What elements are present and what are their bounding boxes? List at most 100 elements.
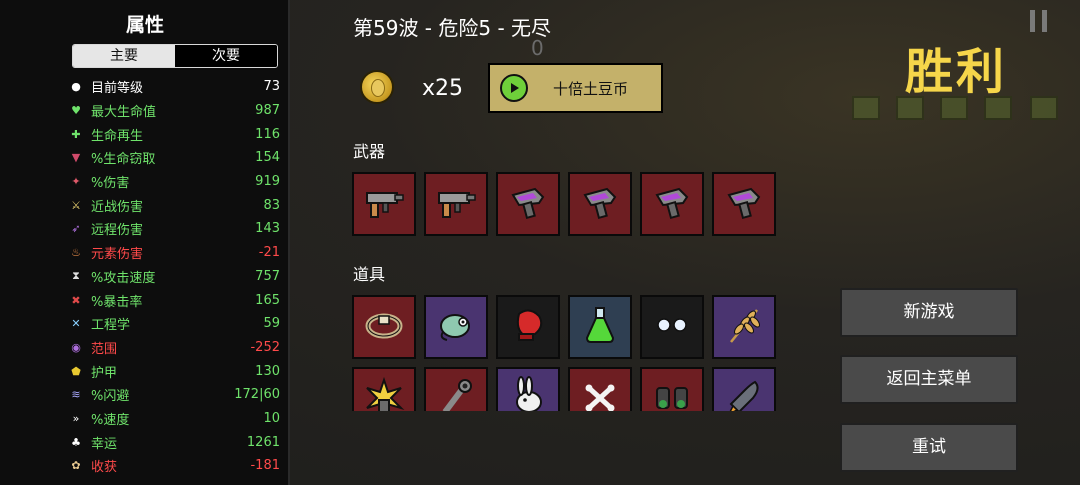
item-slot[interactable] [496,367,560,411]
item-slot[interactable] [496,295,560,359]
heart-icon: ♥ [71,104,81,118]
stat-value: 165 [255,292,280,308]
stat-value: 757 [255,268,280,284]
item-slot[interactable] [352,295,416,359]
stat-value: 1261 [246,434,280,450]
wrench-icon [433,374,479,411]
stat-name: %伤害 [91,176,130,192]
stat-name: 远程伤害 [91,223,144,239]
boxing-glove-icon [505,302,551,352]
item-slot[interactable] [424,367,488,411]
item-slot[interactable] [640,367,704,411]
item-slot[interactable] [568,367,632,411]
main-menu-button[interactable]: 返回主菜单 [840,355,1018,404]
binoculars-icon [649,374,695,411]
retry-button[interactable]: 重试 [840,423,1018,472]
stat-value: -21 [258,245,280,261]
weapon-slot[interactable] [712,172,776,236]
stat-row[interactable]: ≋ %闪避 172|60 [70,383,280,407]
stat-row[interactable]: ◉ 范围 -252 [70,336,280,360]
stat-name: 幸运 [91,436,118,452]
tab-primary[interactable]: 主要 [73,45,175,67]
stat-row[interactable]: ⚔ 近战伤害 83 [70,193,280,217]
stat-row[interactable]: ♥ 最大生命值 987 [70,99,280,123]
pause-icon[interactable] [1030,10,1050,32]
range-icon: ◉ [71,340,81,354]
crit-icon: ✖ [71,293,81,307]
stats-panel: 属性 主要 次要 ● 目前等级 73 ♥ 最大生命值 987 ✚ 生命再生 116 ▼ %生命窃取 1… [0,0,290,485]
stat-name: %速度 [91,412,130,428]
tenfold-coin-button[interactable]: 十倍土豆币 [488,63,663,113]
stat-row[interactable]: ✿ 收获 -181 [70,454,280,478]
stat-name: %生命窃取 [91,152,156,168]
weapon-slot[interactable] [496,172,560,236]
chameleon-icon [433,302,479,352]
stats-tabs: 主要 次要 [72,44,278,68]
item-slot[interactable] [640,295,704,359]
stat-row[interactable]: ✦ %伤害 919 [70,170,280,194]
stat-row[interactable]: ✖ %暴击率 165 [70,288,280,312]
stat-row[interactable]: ✚ 生命再生 116 [70,122,280,146]
smg-icon [361,179,407,229]
rabbit-icon [505,374,551,411]
harvest-icon: ✿ [71,459,81,473]
damage-icon: ✦ [71,175,81,189]
stat-row[interactable]: ✕ 工程学 59 [70,312,280,336]
wheat-icon [721,302,767,352]
blaster-icon [577,179,623,229]
stat-row[interactable]: » %速度 10 [70,407,280,431]
stat-value: 130 [255,363,280,379]
stat-row[interactable]: ● 目前等级 73 [70,75,280,99]
stat-value: -252 [250,339,280,355]
items-grid[interactable] [352,295,782,411]
speed-icon: » [72,411,80,425]
item-slot[interactable] [712,295,776,359]
ranged-icon: ➶ [71,222,81,236]
play-icon [500,74,528,102]
potato-coin-icon [360,70,394,104]
ring-icon [361,302,407,352]
chest-icon [1030,96,1058,120]
stat-row[interactable]: ➶ 远程伤害 143 [70,217,280,241]
weapon-slot[interactable] [424,172,488,236]
stat-row[interactable]: ♨ 元素伤害 -21 [70,241,280,265]
level-icon: ● [71,80,81,94]
victory-title: 胜利 [905,44,1008,100]
stat-value: 10 [263,410,280,426]
stat-name: 生命再生 [91,128,144,144]
stat-row[interactable]: ⬟ 护甲 130 [70,359,280,383]
weapon-slot[interactable] [352,172,416,236]
tab-secondary[interactable]: 次要 [175,45,277,67]
blaster-icon [721,179,767,229]
items-label: 道具 [353,265,386,284]
item-slot[interactable] [424,295,488,359]
shield-icon: ⬟ [71,364,81,378]
item-slot[interactable] [712,367,776,411]
new-game-button[interactable]: 新游戏 [840,288,1018,337]
stat-value: 987 [255,103,280,119]
background-counter: 0 [531,36,544,60]
stat-row[interactable]: ▼ %生命窃取 154 [70,146,280,170]
stat-row[interactable]: ⧗ %攻击速度 757 [70,265,280,289]
stats-title: 属性 [125,14,164,36]
item-slot[interactable] [568,295,632,359]
item-slot[interactable] [352,367,416,411]
stat-name: 收获 [91,460,118,476]
stat-name: %攻击速度 [91,270,156,286]
stat-name: 工程学 [91,318,131,334]
stat-value: -181 [250,458,280,474]
dodge-icon: ≋ [71,388,81,402]
weapon-slot[interactable] [640,172,704,236]
elemental-icon: ♨ [71,246,81,260]
stat-value: 172|60 [234,387,280,403]
weapon-slot[interactable] [568,172,632,236]
stat-value: 919 [255,174,280,190]
stats-list: ● 目前等级 73 ♥ 最大生命值 987 ✚ 生命再生 116 ▼ %生命窃取 154 ✦ %伤害 919… [70,75,280,478]
eyes-icon [649,302,695,352]
blaster-icon [649,179,695,229]
wave-title: 第59波 - 危险5 - 无尽 [353,16,552,40]
stat-name: 范围 [91,341,118,357]
stat-row[interactable]: ♣ 幸运 1261 [70,430,280,454]
coin-count: x25 [422,76,464,101]
engineering-icon: ✕ [71,317,81,331]
